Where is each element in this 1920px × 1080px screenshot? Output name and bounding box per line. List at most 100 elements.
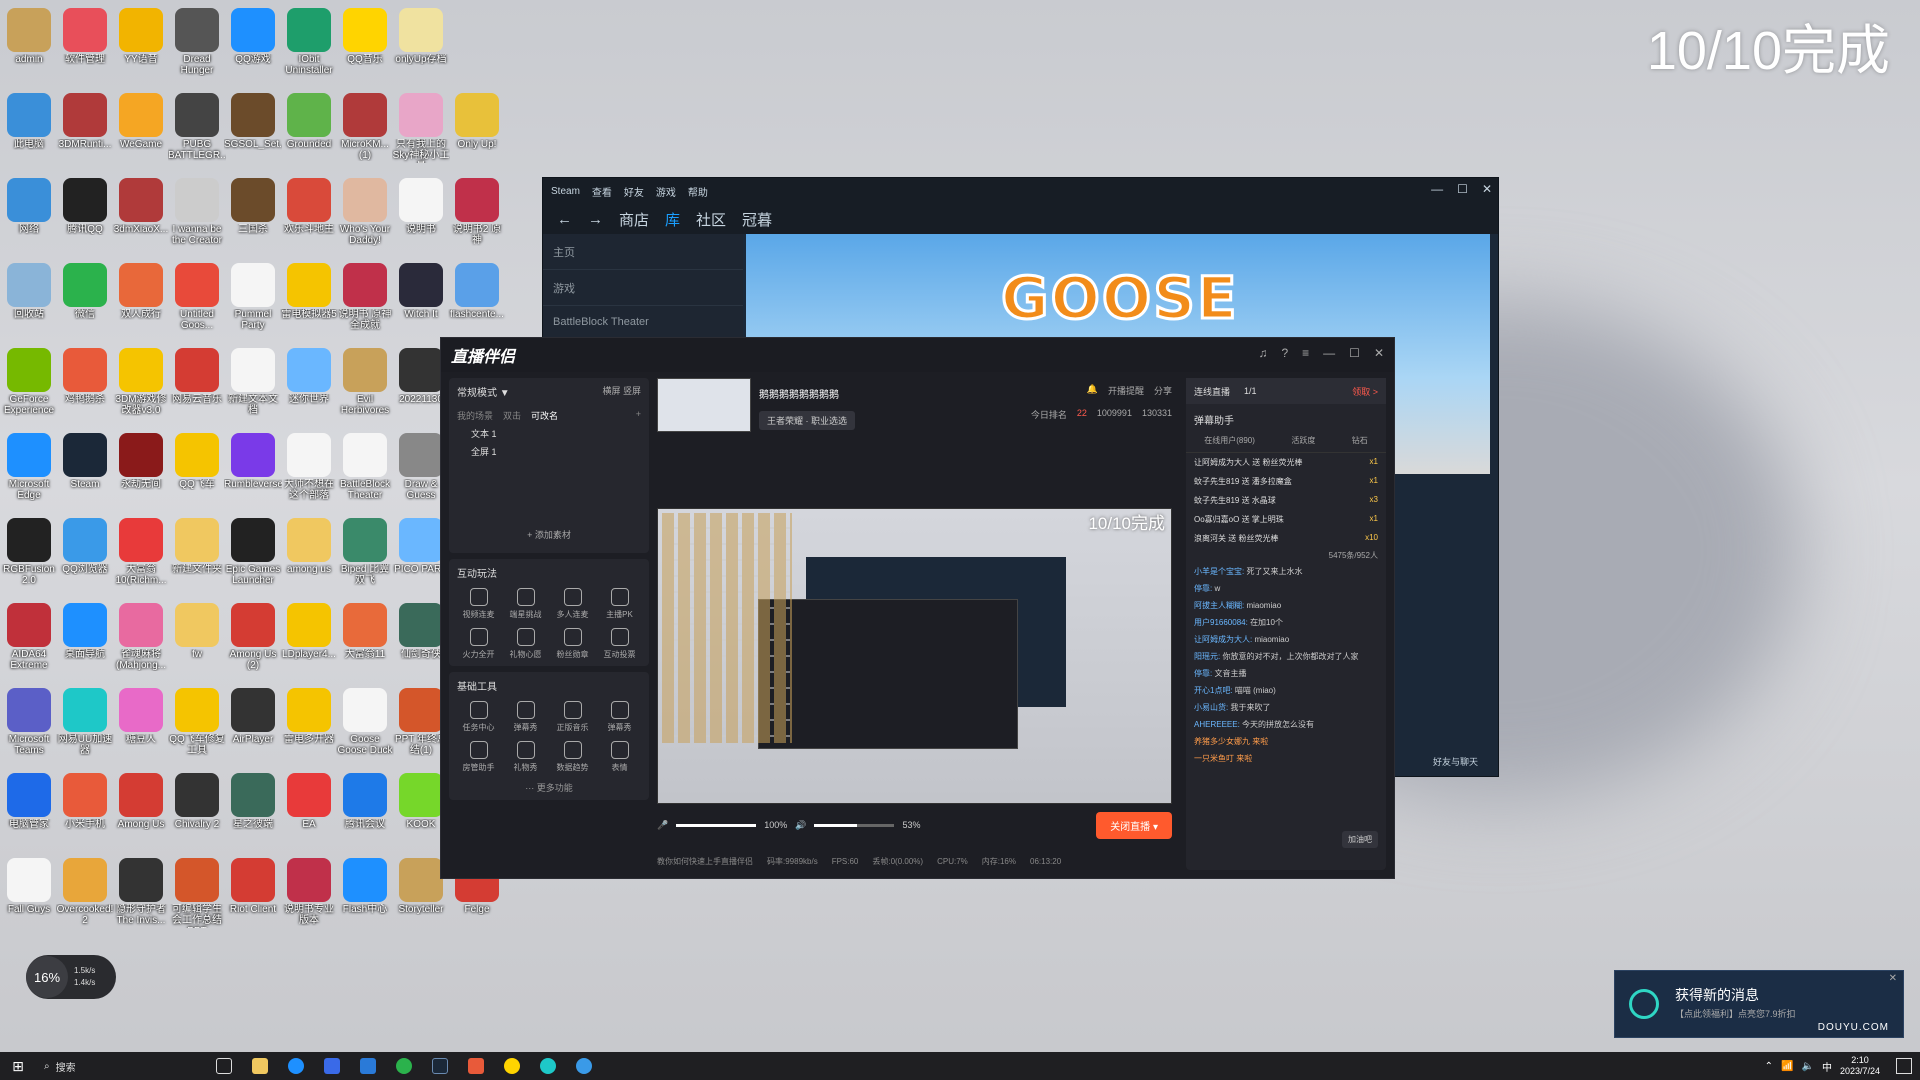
close-icon[interactable]: ✕ bbox=[1482, 182, 1492, 196]
tool-button[interactable]: 数据趋势 bbox=[551, 741, 594, 773]
desktop-icon[interactable]: Rumbleverse bbox=[224, 429, 282, 507]
steam-menu-games[interactable]: 游戏 bbox=[656, 184, 676, 199]
desktop-icon[interactable]: 只有我上的Sky神秘小工具 bbox=[392, 89, 450, 167]
desktop-icon[interactable]: admin bbox=[0, 4, 58, 82]
minimize-icon[interactable]: — bbox=[1323, 346, 1335, 360]
taskbar-search[interactable]: ⌕ 搜索 bbox=[36, 1052, 206, 1080]
tool-button[interactable]: 正版音乐 bbox=[551, 701, 594, 733]
desktop-icon[interactable]: AIDA64 Extreme bbox=[0, 599, 58, 677]
desktop-icon[interactable]: BattleBlock Theater bbox=[336, 429, 394, 507]
desktop-icon[interactable]: Biped 比翼双飞 bbox=[336, 514, 394, 592]
desktop-icon[interactable]: 腾讯QQ bbox=[56, 174, 114, 252]
desktop-icon[interactable]: 雀魂麻将(Mahjong... bbox=[112, 599, 170, 677]
edge-icon[interactable] bbox=[278, 1052, 314, 1080]
minimize-icon[interactable]: — bbox=[1431, 182, 1443, 196]
desktop-icon[interactable]: EA bbox=[280, 769, 338, 847]
desktop-icon[interactable]: QQ浏览器 bbox=[56, 514, 114, 592]
desktop-icon[interactable]: 说明书2 原神 bbox=[448, 174, 506, 252]
tool-button[interactable]: 礼物秀 bbox=[504, 741, 547, 773]
chat-user[interactable]: 阳瑶元: bbox=[1194, 652, 1220, 661]
desktop-icon[interactable]: Witch It bbox=[392, 259, 450, 337]
desktop-icon[interactable]: 网易UU加速器 bbox=[56, 684, 114, 762]
store-icon[interactable] bbox=[314, 1052, 350, 1080]
desktop-icon[interactable]: Among Us (2) bbox=[224, 599, 282, 677]
volume-icon[interactable]: 🔈 bbox=[1802, 1061, 1814, 1072]
desktop-icon[interactable]: 双人成行 bbox=[112, 259, 170, 337]
desktop-icon[interactable]: Evil Herbivores bbox=[336, 344, 394, 422]
speaker-icon[interactable]: 🔊 bbox=[795, 820, 806, 831]
maximize-icon[interactable]: ☐ bbox=[1349, 346, 1360, 360]
chat-user[interactable]: 阿拔主人糊糊: bbox=[1194, 601, 1244, 610]
sidebar-home[interactable]: 主页 bbox=[543, 234, 743, 270]
qq-music-taskbar-icon[interactable] bbox=[494, 1052, 530, 1080]
landscape-toggle[interactable]: 横屏 bbox=[602, 386, 620, 396]
add-scene-icon[interactable]: + bbox=[636, 409, 641, 422]
desktop-icon[interactable]: RGBFusion 2.0 bbox=[0, 514, 58, 592]
entry-button[interactable]: 加油吧 bbox=[1342, 831, 1378, 848]
desktop-icon[interactable]: Grounded bbox=[280, 89, 338, 167]
desktop-icon[interactable]: Dread Hunger bbox=[168, 4, 226, 82]
desktop-icon[interactable]: 说明书 原神全成就 bbox=[336, 259, 394, 337]
chat-user[interactable]: 停靠: bbox=[1194, 669, 1212, 678]
chat-user[interactable]: AHEREEEE: bbox=[1194, 720, 1240, 729]
desktop-icon[interactable]: Chivalry 2 bbox=[168, 769, 226, 847]
desktop-icon[interactable]: 软件管理 bbox=[56, 4, 114, 82]
desktop-icon[interactable]: 糖豆人 bbox=[112, 684, 170, 762]
desktop-icon[interactable]: 可编辑学生会工作总结PPT bbox=[168, 854, 226, 932]
steam-menu-friends[interactable]: 好友 bbox=[624, 184, 644, 199]
desktop-icon[interactable]: Only Up! bbox=[448, 89, 506, 167]
chat-user[interactable]: 停靠: bbox=[1194, 584, 1212, 593]
more-features-button[interactable]: ··· 更多功能 bbox=[457, 781, 641, 794]
desktop-icon[interactable]: Epic Games Launcher bbox=[224, 514, 282, 592]
tool-button[interactable]: 礼物心愿 bbox=[504, 628, 547, 660]
claim-button[interactable]: 领取 > bbox=[1352, 385, 1378, 398]
desktop-icon[interactable]: 大富翁10(Richm... bbox=[112, 514, 170, 592]
windows-start-icon[interactable]: ⊞ bbox=[0, 1052, 36, 1080]
desktop-icon[interactable]: 3DMRunti... bbox=[56, 89, 114, 167]
file-explorer-icon[interactable] bbox=[242, 1052, 278, 1080]
desktop-icon[interactable]: WeGame bbox=[112, 89, 170, 167]
wechat-icon[interactable] bbox=[386, 1052, 422, 1080]
desktop-icon[interactable]: Pummel Party bbox=[224, 259, 282, 337]
menu-icon[interactable]: ≡ bbox=[1302, 346, 1309, 360]
reminder-button[interactable]: 开播提醒 bbox=[1108, 384, 1144, 397]
desktop-icon[interactable]: 永劫无间 bbox=[112, 429, 170, 507]
stream-thumbnail[interactable] bbox=[657, 378, 751, 432]
steam-menu-view[interactable]: 查看 bbox=[592, 184, 612, 199]
desktop-icon[interactable]: 大师不想在这个部落 bbox=[280, 429, 338, 507]
chat-user[interactable]: 让阿姆成为大人: bbox=[1194, 635, 1252, 644]
notification-center-icon[interactable] bbox=[1896, 1058, 1912, 1074]
portrait-toggle[interactable]: 竖屏 bbox=[623, 386, 641, 396]
back-icon[interactable]: ← bbox=[557, 211, 572, 228]
desktop-icon[interactable]: Microsoft Teams bbox=[0, 684, 58, 762]
desktop-icon[interactable]: Overcooked! 2 bbox=[56, 854, 114, 932]
desktop-icon[interactable]: 隐形守护者 The Invis... bbox=[112, 854, 170, 932]
desktop-icon[interactable]: 三国杀 bbox=[224, 174, 282, 252]
tool-button[interactable]: 端星挑战 bbox=[504, 588, 547, 620]
tool-button[interactable]: 粉丝勋章 bbox=[551, 628, 594, 660]
desktop-icon[interactable]: Microsoft Edge bbox=[0, 429, 58, 507]
add-source-button[interactable]: + 添加素材 bbox=[457, 528, 641, 547]
connect-title[interactable]: 连线直播 bbox=[1194, 385, 1230, 398]
tool-button[interactable]: 主播PK bbox=[598, 588, 641, 620]
clock[interactable]: 2:10 2023/7/24 bbox=[1840, 1055, 1880, 1077]
tab-double-click[interactable]: 双击 bbox=[503, 409, 521, 422]
mode-select[interactable]: 常规模式 ▼ bbox=[457, 384, 510, 399]
desktop-icon[interactable]: AirPlayer bbox=[224, 684, 282, 762]
forward-icon[interactable]: → bbox=[588, 211, 603, 228]
desktop-icon[interactable]: Fall Guys bbox=[0, 854, 58, 932]
tab-diamonds[interactable]: 钻石 bbox=[1352, 435, 1368, 446]
desktop-icon[interactable]: 桌面导航 bbox=[56, 599, 114, 677]
close-icon[interactable]: ✕ bbox=[1374, 346, 1384, 360]
desktop-icon[interactable]: LDplayer4... bbox=[280, 599, 338, 677]
headset-icon[interactable]: ♫ bbox=[1258, 346, 1267, 360]
desktop-icon[interactable]: 新建文件夹 bbox=[168, 514, 226, 592]
mail-icon[interactable] bbox=[350, 1052, 386, 1080]
steam-menu-steam[interactable]: Steam bbox=[551, 186, 580, 197]
desktop-icon[interactable]: 腾讯会议 bbox=[336, 769, 394, 847]
desktop-icon[interactable]: IObit Uninstaller bbox=[280, 4, 338, 82]
desktop-icon[interactable]: QQ游戏 bbox=[224, 4, 282, 82]
close-icon[interactable]: ✕ bbox=[1889, 973, 1897, 984]
steam-taskbar-icon[interactable] bbox=[422, 1052, 458, 1080]
desktop-icon[interactable]: Untitled Goos... bbox=[168, 259, 226, 337]
